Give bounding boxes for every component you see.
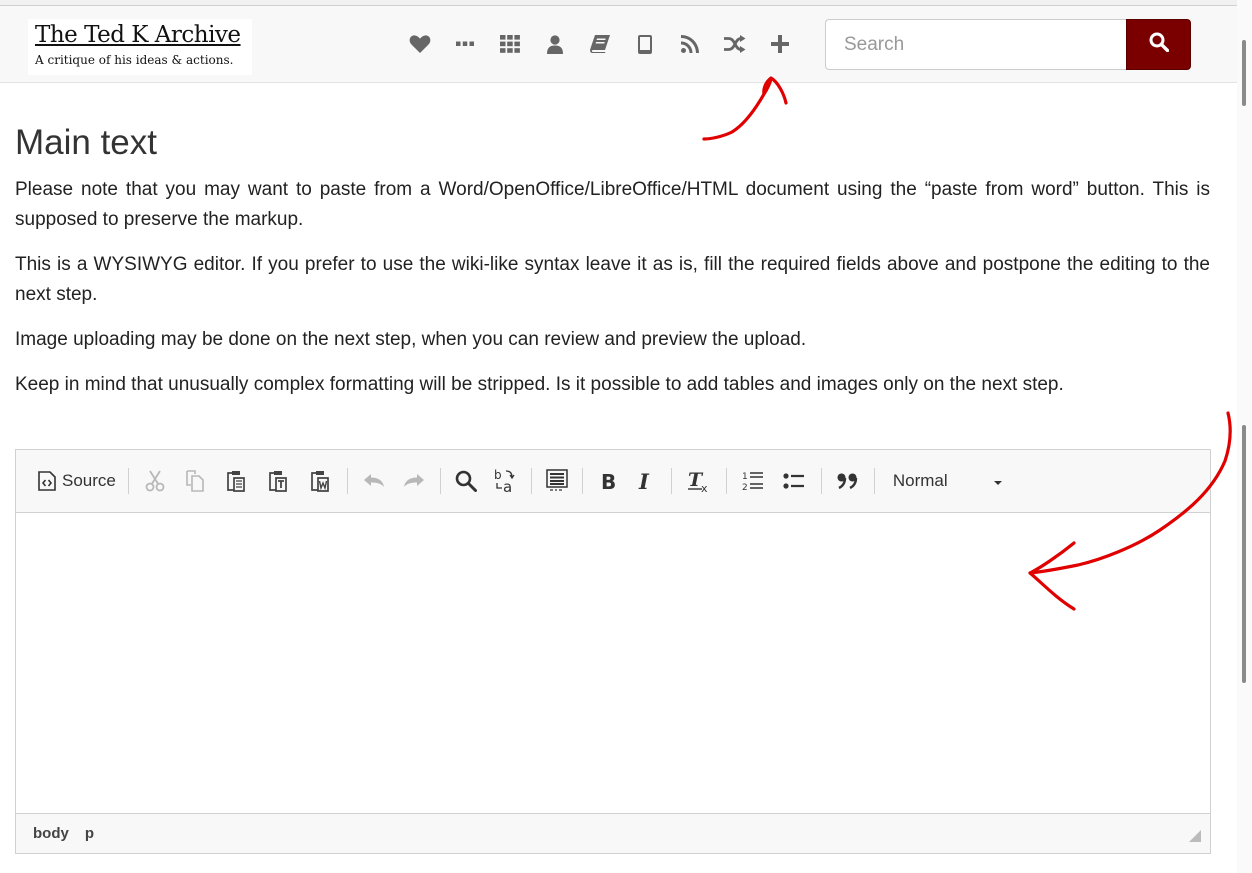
search-input[interactable] — [825, 19, 1127, 70]
heart-icon[interactable] — [397, 28, 442, 60]
path-p[interactable]: p — [85, 825, 94, 842]
bold-icon[interactable]: B — [589, 466, 627, 496]
main-content: Main text Please note that you may want … — [15, 118, 1210, 415]
site-brand[interactable]: The Ted K Archive A critique of his idea… — [28, 19, 252, 75]
svg-text:a: a — [503, 478, 512, 494]
wysiwyg-editor: Source ba B I T x 1 2 Normal body p — [15, 449, 1211, 854]
bulleted-list-icon[interactable] — [773, 466, 815, 496]
numbered-list-icon[interactable]: 12 — [733, 466, 773, 496]
toolbar-separator — [530, 468, 532, 494]
toolbar-separator — [725, 468, 727, 494]
book-icon[interactable] — [577, 28, 622, 60]
editor-toolbar: Source ba B I T x 1 2 Normal — [16, 450, 1210, 513]
svg-text:b: b — [494, 468, 502, 482]
page-scrollbar[interactable] — [1237, 0, 1252, 873]
copy-icon[interactable] — [175, 466, 215, 496]
redo-icon[interactable] — [394, 466, 434, 496]
undo-icon[interactable] — [354, 466, 394, 496]
search-button[interactable] — [1126, 19, 1191, 70]
search-form — [825, 19, 1191, 70]
toolbar-separator — [670, 468, 672, 494]
blockquote-icon[interactable] — [828, 466, 868, 496]
find-icon[interactable] — [447, 466, 485, 496]
toolbar-separator — [820, 468, 822, 494]
user-icon[interactable] — [532, 28, 577, 60]
tablet-icon[interactable] — [622, 28, 667, 60]
toolbar-separator — [127, 468, 129, 494]
search-icon — [1149, 32, 1169, 57]
help-paragraph: Keep in mind that unusually complex form… — [15, 374, 1064, 395]
toolbar-separator — [873, 468, 875, 494]
format-dropdown[interactable]: Normal — [881, 466, 1009, 496]
cut-icon[interactable] — [135, 466, 175, 496]
svg-text:B: B — [601, 471, 616, 491]
paste-word-icon[interactable] — [299, 466, 341, 496]
toolbar-separator — [439, 468, 441, 494]
nav-icon-bar — [397, 28, 802, 60]
remove-format-icon[interactable]: Tx — [678, 466, 720, 496]
page-title: Main text — [15, 123, 157, 162]
toolbar-separator — [346, 468, 348, 494]
path-body[interactable]: body — [33, 825, 69, 842]
grid-icon[interactable] — [487, 28, 532, 60]
source-icon — [38, 471, 56, 491]
shuffle-icon[interactable] — [712, 28, 757, 60]
ellipsis-icon[interactable] — [442, 28, 487, 60]
site-navbar: The Ted K Archive A critique of his idea… — [0, 6, 1237, 83]
rss-icon[interactable] — [667, 28, 712, 60]
site-title[interactable]: The Ted K Archive — [35, 21, 245, 49]
source-label: Source — [62, 471, 116, 490]
site-subtitle: A critique of his ideas & actions. — [35, 53, 234, 67]
select-all-icon[interactable] — [538, 466, 576, 496]
format-value: Normal — [892, 471, 948, 490]
help-paragraph: This is a WYSIWYG editor. If you prefer … — [15, 254, 1210, 305]
plus-icon[interactable] — [757, 28, 802, 60]
source-button[interactable]: Source — [36, 466, 122, 496]
paste-text-icon[interactable] — [257, 466, 299, 496]
toolbar-separator — [581, 468, 583, 494]
paste-icon[interactable] — [215, 466, 257, 496]
help-paragraph: Image uploading may be done on the next … — [15, 329, 807, 350]
replace-icon[interactable]: ba — [485, 466, 525, 496]
svg-text:1: 1 — [742, 472, 748, 482]
dropdown-arrow-icon — [993, 471, 1003, 491]
svg-text:2: 2 — [742, 483, 748, 492]
svg-text:x: x — [701, 482, 708, 493]
svg-text:I: I — [638, 471, 650, 491]
scrollbar-marker — [1242, 40, 1246, 106]
editor-content-area[interactable] — [16, 513, 1210, 813]
scrollbar-thumb[interactable] — [1242, 425, 1246, 683]
italic-icon[interactable]: I — [627, 466, 665, 496]
help-paragraph: Please note that you may want to paste f… — [15, 179, 1210, 230]
resize-grip-icon[interactable] — [1188, 829, 1202, 847]
editor-element-path: body p — [16, 813, 1210, 853]
